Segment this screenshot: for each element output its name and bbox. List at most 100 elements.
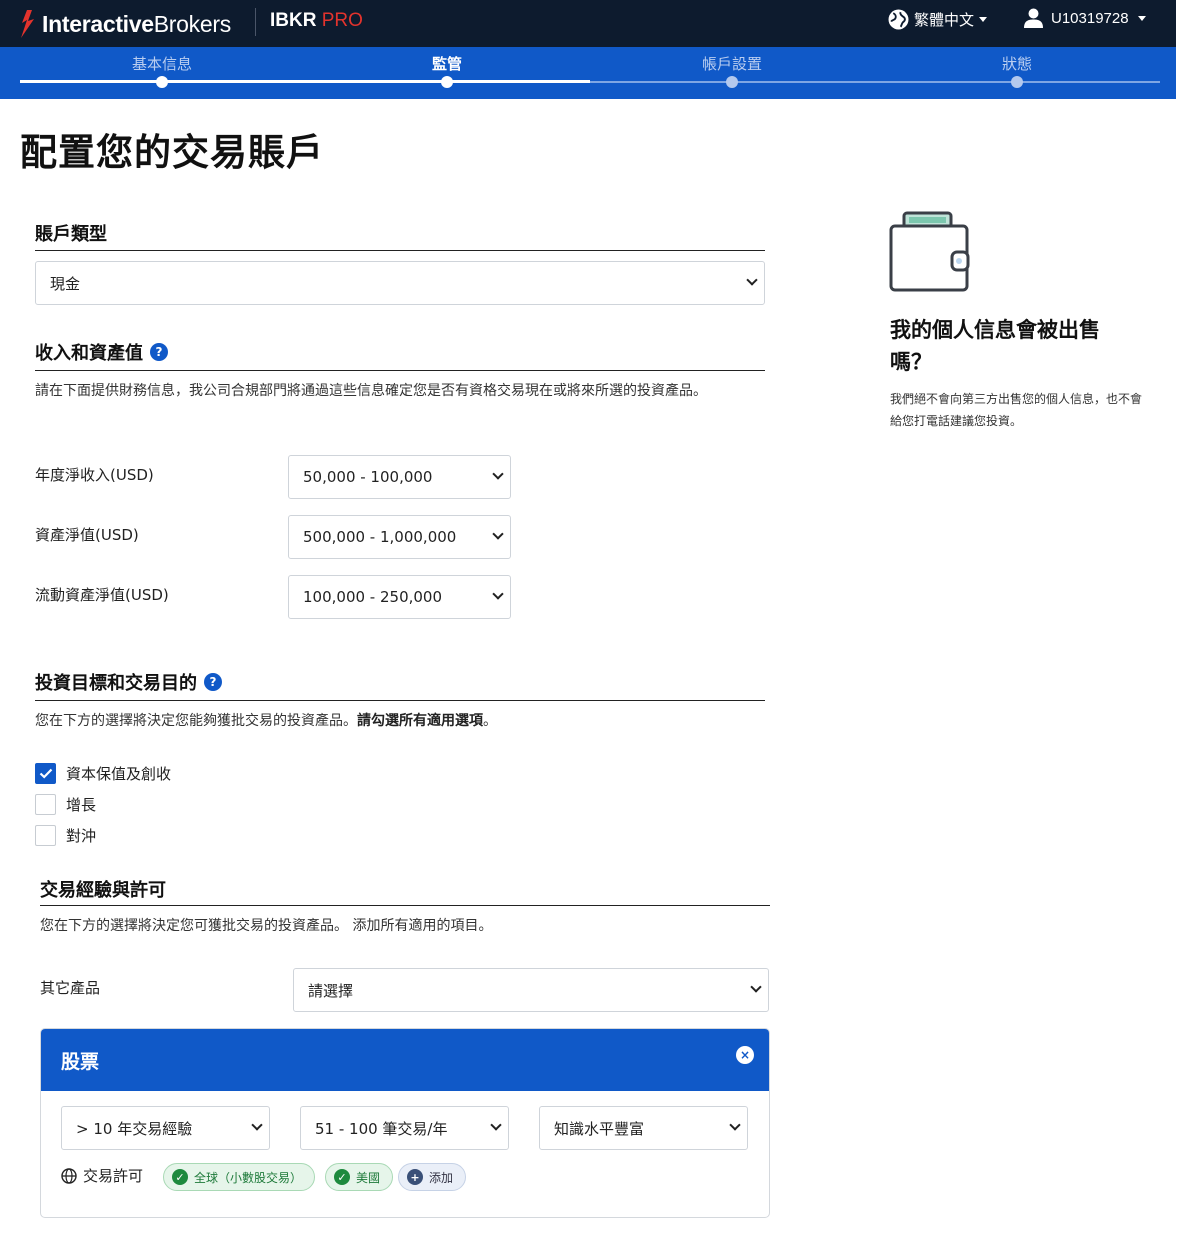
chevron-down-icon — [492, 468, 504, 480]
chevron-down-icon — [490, 1119, 502, 1131]
trading-permissions-label: 交易許可 — [61, 1165, 143, 1186]
account-type-heading: 賬戶類型 — [35, 224, 107, 245]
add-label: 添加 — [429, 1170, 454, 1185]
chevron-down-icon — [746, 274, 758, 286]
brand-light: Brokers — [153, 10, 231, 37]
step-basic-info[interactable]: 基本信息 — [62, 53, 262, 74]
top-header: InteractiveBrokers IBKR PRO 繁體中文 U103197… — [0, 0, 1176, 47]
product-label: IBKR — [270, 10, 317, 31]
chevron-down-icon — [492, 588, 504, 600]
other-products-select[interactable]: 請選擇 — [293, 968, 769, 1012]
stocks-knowledge-value: 知識水平豐富 — [554, 1119, 645, 1138]
checkbox-checked[interactable] — [35, 763, 56, 784]
objective-option-growth[interactable]: 增長 — [35, 794, 96, 815]
step-dot — [156, 76, 168, 88]
liquid-net-worth-value: 100,000 - 250,000 — [303, 588, 443, 606]
income-description: 請在下面提供財務信息，我公司合規部門將通過這些信息確定您是否有資格交易現在或將來… — [35, 383, 707, 399]
globe-icon — [888, 9, 909, 30]
language-label: 繁體中文 — [914, 11, 975, 29]
permissions-text: 交易許可 — [83, 1167, 144, 1185]
stocks-years-select[interactable]: > 10 年交易經驗 — [61, 1106, 270, 1150]
header-divider — [255, 8, 256, 36]
liquid-net-worth-label: 流動資產淨值(USD) — [35, 586, 169, 604]
stocks-trades-select[interactable]: 51 - 100 筆交易/年 — [300, 1106, 509, 1150]
objective-label: 資本保值及創收 — [66, 765, 172, 783]
stocks-knowledge-select[interactable]: 知識水平豐富 — [539, 1106, 748, 1150]
permission-chip-global[interactable]: ✓ 全球（小數股交易） — [163, 1163, 316, 1191]
chevron-down-icon — [979, 17, 988, 22]
chevron-down-icon — [251, 1119, 263, 1131]
permission-chip-us[interactable]: ✓ 美國 — [325, 1163, 394, 1191]
close-icon[interactable]: × — [736, 1046, 754, 1064]
step-dot — [726, 76, 738, 88]
income-title: 收入和資產值 — [35, 343, 143, 364]
progress-steps: 基本信息 監管 帳戶設置 狀態 — [0, 47, 1176, 99]
brand-bold: Interactive — [42, 10, 154, 37]
step-dot — [1011, 76, 1023, 88]
product-name: IBKR PRO — [270, 10, 363, 32]
section-divider — [40, 905, 770, 906]
annual-income-label: 年度淨收入(USD) — [35, 466, 154, 484]
stocks-trades-value: 51 - 100 筆交易/年 — [315, 1119, 448, 1138]
section-divider — [35, 250, 765, 251]
objectives-description-end: 。 — [483, 713, 497, 729]
user-menu[interactable]: U10319728 — [1024, 8, 1146, 28]
help-icon[interactable]: ? — [204, 673, 222, 691]
brand-logo[interactable]: InteractiveBrokers — [18, 6, 231, 42]
annual-income-value: 50,000 - 100,000 — [303, 468, 433, 486]
objective-label: 增長 — [66, 796, 97, 814]
section-divider — [35, 370, 765, 371]
income-heading: 收入和資產值 ? — [35, 339, 168, 365]
net-worth-label: 資產淨值(USD) — [35, 526, 139, 544]
objective-label: 對沖 — [66, 827, 97, 845]
step-dot — [441, 76, 453, 88]
chevron-down-icon — [492, 528, 504, 540]
objectives-description: 您在下方的選擇將決定您能夠獲批交易的投資產品。請勾選所有適用選項。 — [35, 710, 765, 732]
step-status[interactable]: 狀態 — [917, 53, 1117, 74]
experience-description: 您在下方的選擇將決定您可獲批交易的投資產品。 添加所有適用的項目。 — [40, 918, 493, 934]
step-account-setup[interactable]: 帳戶設置 — [632, 53, 832, 74]
net-worth-value: 500,000 - 1,000,000 — [303, 528, 457, 546]
liquid-net-worth-select[interactable]: 100,000 - 250,000 — [288, 575, 511, 619]
step-progress — [20, 80, 590, 83]
account-type-value: 現金 — [50, 274, 81, 293]
ib-logo-icon — [21, 10, 34, 38]
stocks-panel-header: 股票 × — [41, 1029, 769, 1091]
objectives-description-emphasis: 請勾選所有適用選項 — [357, 713, 483, 729]
page-title: 配置您的交易賬戶 — [20, 131, 324, 174]
chevron-down-icon — [729, 1119, 741, 1131]
privacy-answer-text: 我們絕不會向第三方出售您的個人信息，也不會給您打電話建議您投資。 — [890, 392, 1143, 428]
objective-option-hedging[interactable]: 對沖 — [35, 825, 96, 846]
objectives-heading: 投資目標和交易目的 ? — [35, 669, 222, 695]
objectives-title: 投資目標和交易目的 — [35, 673, 197, 694]
chevron-down-icon — [750, 981, 762, 993]
check-circle-icon: ✓ — [172, 1169, 188, 1185]
objectives-description-text: 您在下方的選擇將決定您能夠獲批交易的投資產品。 — [35, 713, 357, 729]
globe-icon — [61, 1167, 77, 1184]
annual-income-select[interactable]: 50,000 - 100,000 — [288, 455, 511, 499]
step-regulatory[interactable]: 監管 — [347, 53, 547, 74]
checkbox-unchecked[interactable] — [35, 825, 56, 846]
chip-label: 美國 — [356, 1170, 381, 1185]
language-selector[interactable]: 繁體中文 — [888, 9, 988, 30]
chip-label: 全球（小數股交易） — [194, 1170, 303, 1185]
objective-option-capital-preservation[interactable]: 資本保值及創收 — [35, 763, 171, 784]
add-permission-button[interactable]: + 添加 — [398, 1163, 467, 1191]
stocks-panel-title: 股票 — [61, 1050, 100, 1073]
stocks-years-value: > 10 年交易經驗 — [76, 1119, 193, 1138]
help-icon[interactable]: ? — [150, 343, 168, 361]
account-id: U10319728 — [1051, 9, 1129, 27]
net-worth-select[interactable]: 500,000 - 1,000,000 — [288, 515, 511, 559]
check-circle-icon: ✓ — [334, 1169, 350, 1185]
wallet-icon — [889, 211, 970, 292]
check-icon — [39, 768, 52, 779]
checkbox-unchecked[interactable] — [35, 794, 56, 815]
user-icon — [1024, 8, 1043, 28]
privacy-question-title: 我的個人信息會被出售嗎？ — [890, 318, 1100, 374]
account-type-select[interactable]: 現金 — [35, 261, 765, 305]
experience-heading: 交易經驗與許可 — [40, 880, 166, 901]
plus-circle-icon: + — [407, 1169, 423, 1185]
product-tier: PRO — [321, 10, 363, 31]
stocks-panel: 股票 × > 10 年交易經驗 51 - 100 筆交易/年 知識水平豐富 交易… — [40, 1028, 770, 1218]
other-products-value: 請選擇 — [308, 981, 354, 1000]
